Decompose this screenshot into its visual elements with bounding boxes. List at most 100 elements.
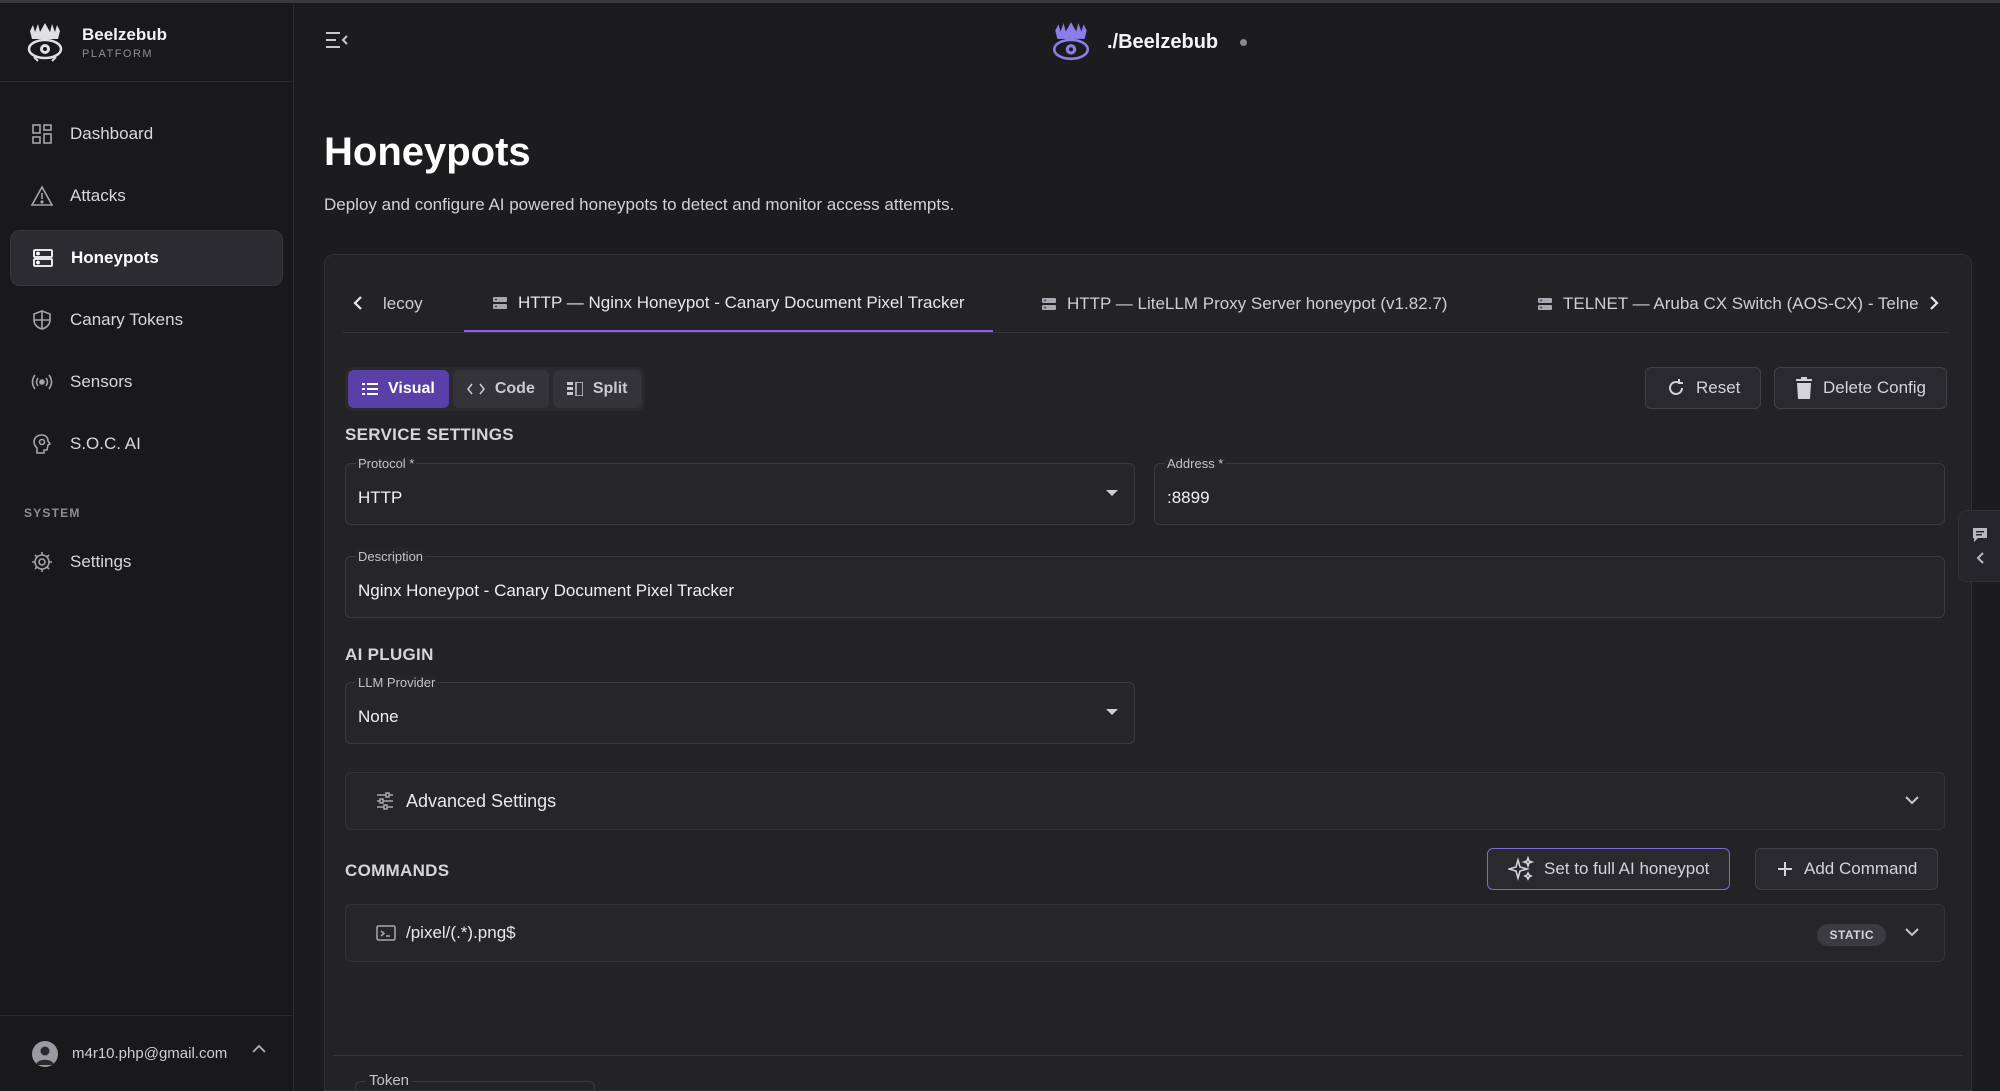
page-title: Honeypots (324, 130, 531, 174)
chat-panel-toggle[interactable] (1958, 510, 2000, 582)
protocol-select[interactable]: Protocol * HTTP (345, 456, 1135, 525)
sidebar-item-label: Settings (70, 552, 132, 571)
description-field[interactable]: Description Nginx Honeypot - Canary Docu… (345, 549, 1945, 618)
delete-label: Delete Config (1823, 378, 1927, 397)
mode-label: Visual (388, 380, 435, 397)
grid-icon (30, 122, 54, 146)
trash-icon (1795, 377, 1813, 399)
sidebar-item-label: Honeypots (71, 248, 159, 267)
ai-plugin-title: AI PLUGIN (345, 645, 434, 664)
brand-subtitle: PLATFORM (82, 47, 154, 60)
tab-label: HTTP — LiteLLM Proxy Server honeypot (v1… (1067, 294, 1448, 313)
advanced-settings-accordion[interactable]: Advanced Settings (345, 772, 1945, 830)
tabs-scroll-left[interactable] (343, 285, 373, 321)
tab-label: HTTP — Nginx Honeypot - Canary Document … (518, 292, 965, 312)
command-item[interactable]: /pixel/(.*).png$ STATIC (345, 904, 1945, 962)
set-full-ai-honeypot-button[interactable]: Set to full AI honeypot (1487, 848, 1731, 890)
chevron-right-icon (1930, 296, 1939, 310)
set-full-ai-label: Set to full AI honeypot (1544, 859, 1710, 878)
token-label: Token (366, 1072, 413, 1089)
add-command-button[interactable]: Add Command (1755, 848, 1939, 890)
plus-icon (1776, 860, 1794, 878)
chevron-down-icon (1905, 796, 1919, 805)
list-icon (362, 382, 378, 396)
protocol-label: Protocol * (356, 456, 417, 471)
tab-litellm-proxy[interactable]: HTTP — LiteLLM Proxy Server honeypot (v1… (1041, 275, 1448, 332)
tab-label: lecoy (383, 294, 423, 313)
beelzebub-logo-icon (1052, 22, 1090, 61)
caret-down-icon (1106, 490, 1118, 496)
sidebar-item-honeypots[interactable]: Honeypots (10, 230, 283, 286)
sidebar-item-label: Sensors (70, 372, 133, 391)
split-icon (566, 382, 583, 396)
chat-icon (1972, 528, 1987, 542)
sidebar: Beelzebub PLATFORM Dashboard Attacks Hon… (0, 3, 294, 1091)
header-brand: ./Beelzebub (1049, 20, 1248, 64)
description-value: Nginx Honeypot - Canary Document Pixel T… (358, 581, 735, 600)
address-label: Address * (1165, 456, 1226, 471)
sidebar-item-soc-ai[interactable]: S.O.C. AI (10, 416, 283, 472)
caret-down-icon (1106, 709, 1118, 715)
sidebar-item-label: Attacks (70, 186, 126, 205)
tab-nginx-honeypot[interactable]: HTTP — Nginx Honeypot - Canary Document … (464, 275, 993, 332)
sidebar-item-attacks[interactable]: Attacks (10, 168, 283, 224)
reset-button[interactable]: Reset (1645, 367, 1762, 409)
brain-icon (30, 432, 54, 456)
reset-label: Reset (1696, 378, 1741, 397)
sidebar-item-settings[interactable]: Settings (10, 534, 283, 590)
top-bar: ./Beelzebub (295, 3, 2000, 82)
avatar (32, 1040, 58, 1067)
gear-icon (30, 550, 54, 574)
menu-collapse-icon[interactable] (325, 31, 349, 49)
tab-label: TELNET — Aruba CX Switch (AOS-CX) - Teln… (1563, 294, 1919, 313)
tabs-scroll-right[interactable] (1919, 285, 1949, 321)
tab-decoy[interactable]: lecoy (383, 275, 423, 332)
mode-label: Code (494, 380, 535, 397)
mode-split-button[interactable]: Split (552, 370, 642, 408)
sidebar-item-label: Canary Tokens (70, 310, 184, 329)
mode-visual-button[interactable]: Visual (348, 370, 449, 408)
broadcast-icon (30, 370, 54, 394)
chevron-left-icon (353, 296, 362, 310)
section-divider (333, 1055, 1963, 1056)
tab-telnet-aruba[interactable]: TELNET — Aruba CX Switch (AOS-CX) - Teln… (1537, 275, 1919, 332)
header-title: ./Beelzebub (1107, 30, 1219, 53)
terminal-icon (376, 925, 396, 941)
address-field[interactable]: Address * :8899 (1154, 456, 1945, 525)
warning-icon (30, 184, 54, 208)
description-label: Description (356, 549, 426, 564)
server-icon (1042, 298, 1056, 310)
brand[interactable]: Beelzebub PLATFORM (0, 3, 293, 82)
system-section-label: SYSTEM (24, 506, 81, 520)
delete-config-button[interactable]: Delete Config (1774, 367, 1948, 409)
server-icon (493, 296, 507, 309)
llm-provider-label: LLM Provider (356, 675, 438, 690)
user-menu[interactable]: m4r10.php@gmail.com (0, 1015, 293, 1091)
sidebar-item-label: S.O.C. AI (70, 434, 141, 453)
sliders-icon (377, 792, 393, 810)
chevron-down-icon (1905, 928, 1919, 937)
token-field[interactable]: Token (355, 1072, 595, 1091)
commands-title: COMMANDS (345, 861, 450, 880)
editor-mode-toggle: Visual Code Split (345, 367, 645, 411)
refresh-icon (1666, 378, 1686, 398)
status-dot (1240, 38, 1248, 46)
protocol-value: HTTP (358, 488, 403, 507)
command-type-badge: STATIC (1817, 924, 1886, 946)
llm-provider-value: None (358, 707, 399, 726)
honeypot-tabs: lecoy HTTP — Nginx Honeypot - Canary Doc… (343, 275, 1949, 333)
sidebar-item-dashboard[interactable]: Dashboard (10, 106, 283, 162)
user-email: m4r10.php@gmail.com (72, 1045, 228, 1062)
add-command-label: Add Command (1804, 859, 1918, 878)
page-subtitle: Deploy and configure AI powered honeypot… (324, 195, 955, 214)
sidebar-item-canary-tokens[interactable]: Canary Tokens (10, 292, 283, 348)
brand-name: Beelzebub (82, 24, 168, 44)
command-pattern: /pixel/(.*).png$ (406, 923, 516, 942)
mode-code-button[interactable]: Code (452, 370, 549, 408)
server-icon (1538, 298, 1552, 310)
sidebar-item-sensors[interactable]: Sensors (10, 354, 283, 410)
chevron-up-icon (252, 1044, 266, 1053)
llm-provider-select[interactable]: LLM Provider None (345, 675, 1135, 744)
honeypot-config-panel: lecoy HTTP — Nginx Honeypot - Canary Doc… (324, 254, 1972, 1091)
server-icon (31, 246, 55, 270)
